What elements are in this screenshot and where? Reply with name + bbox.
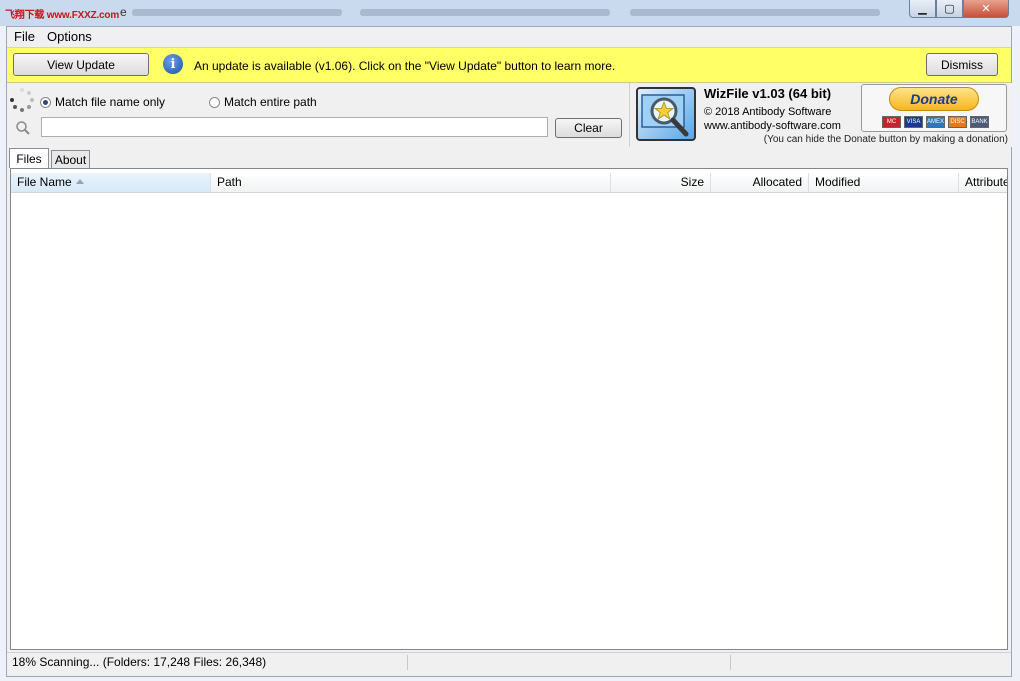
search-panel: Match file name only Match entire path C… — [7, 83, 629, 147]
donate-button[interactable]: Donate — [889, 87, 979, 111]
match-entire-path-label: Match entire path — [224, 95, 317, 109]
minimize-button[interactable]: ▁ — [909, 0, 936, 18]
column-modified[interactable]: Modified — [809, 173, 959, 192]
loading-spinner-icon — [10, 88, 34, 112]
minimize-icon: ▁ — [918, 3, 927, 15]
column-attributes[interactable]: Attribute — [959, 173, 1007, 192]
status-divider — [730, 655, 731, 670]
mastercard-icon: MC — [882, 116, 901, 128]
match-file-name-label: Match file name only — [55, 95, 166, 109]
radio-unselected-icon — [209, 96, 220, 108]
donate-panel[interactable]: Donate MC VISA AMEX DISC BANK — [861, 84, 1007, 132]
close-window-button[interactable]: ✕ — [963, 0, 1009, 18]
search-icon — [16, 121, 30, 135]
status-divider — [407, 655, 408, 670]
column-file-name[interactable]: File Name — [11, 173, 211, 192]
copyright-text: © 2018 Antibody Software — [704, 106, 832, 118]
scan-status-text: 18% Scanning... (Folders: 17,248 Files: … — [12, 655, 267, 669]
radio-selected-icon — [40, 96, 51, 108]
amex-icon: AMEX — [926, 116, 945, 128]
blurred-title-text — [132, 9, 342, 16]
menu-bar: File Options — [7, 27, 1011, 47]
column-size[interactable]: Size — [611, 173, 711, 192]
sort-ascending-icon — [75, 179, 84, 185]
match-entire-path-radio[interactable]: Match entire path — [209, 95, 317, 109]
search-input[interactable] — [41, 117, 548, 137]
app-version-title: WizFile v1.03 (64 bit) — [704, 86, 832, 101]
wizfile-logo — [636, 87, 696, 141]
title-watermark: 飞翔下载 www.FXXZ.com — [5, 10, 120, 21]
maximize-button[interactable]: ▢ — [936, 0, 963, 18]
tab-strip: Files About — [7, 148, 1011, 168]
update-message: An update is available (v1.06). Click on… — [194, 59, 616, 73]
match-file-name-radio[interactable]: Match file name only — [40, 95, 165, 109]
blurred-title-text — [360, 9, 610, 16]
donate-note: (You can hide the Donate button by makin… — [763, 134, 1008, 145]
column-path[interactable]: Path — [211, 173, 611, 192]
window-title-text: e — [120, 5, 127, 19]
menu-file[interactable]: File — [13, 29, 36, 44]
magnifier-star-icon — [641, 94, 689, 137]
dismiss-button[interactable]: Dismiss — [926, 53, 998, 76]
about-panel: WizFile v1.03 (64 bit) © 2018 Antibody S… — [629, 83, 1012, 147]
view-update-button[interactable]: View Update — [13, 53, 149, 76]
update-notification-bar: View Update i An update is available (v1… — [7, 47, 1011, 83]
file-list[interactable]: File Name Path Size Allocated Modified A… — [10, 168, 1008, 650]
clear-button[interactable]: Clear — [555, 118, 622, 138]
bank-icon: BANK — [970, 116, 989, 128]
status-bar: 18% Scanning... (Folders: 17,248 Files: … — [7, 652, 1011, 672]
window-title-bar[interactable]: 飞翔下载 www.FXXZ.com e ▁ ▢ ✕ — [0, 0, 1020, 26]
list-header: File Name Path Size Allocated Modified A… — [11, 173, 1007, 193]
column-allocated[interactable]: Allocated — [711, 173, 809, 192]
website-link[interactable]: www.antibody-software.com — [704, 120, 841, 132]
visa-icon: VISA — [904, 116, 923, 128]
menu-options[interactable]: Options — [46, 29, 93, 44]
maximize-icon: ▢ — [944, 3, 955, 15]
tab-about[interactable]: About — [51, 150, 90, 168]
info-icon: i — [163, 54, 183, 74]
tab-files[interactable]: Files — [9, 148, 49, 168]
app-window: File Options View Update i An update is … — [6, 26, 1012, 677]
close-icon: ✕ — [981, 3, 991, 15]
blurred-title-text — [630, 9, 880, 16]
discover-icon: DISC — [948, 116, 967, 128]
column-file-name-label: File Name — [17, 175, 72, 189]
